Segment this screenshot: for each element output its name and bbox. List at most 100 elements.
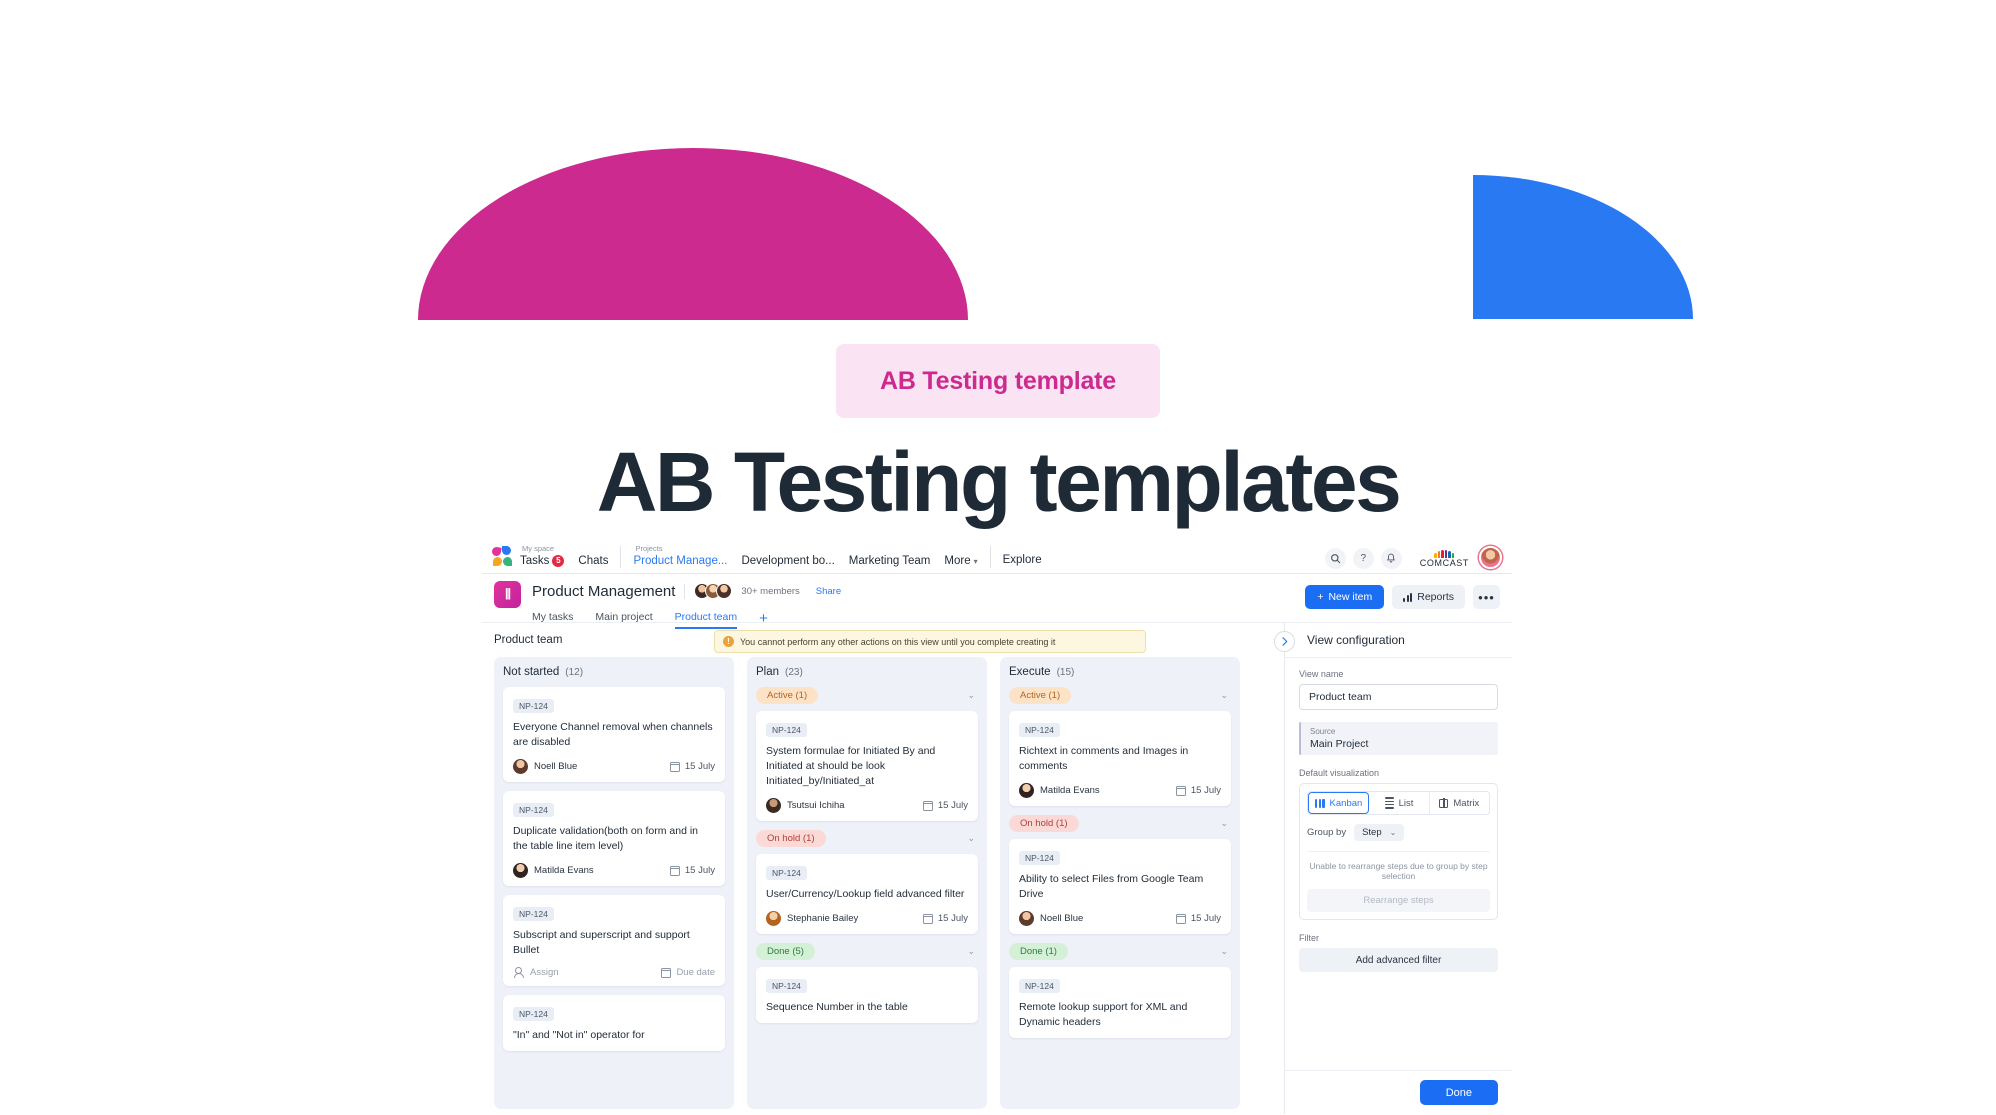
reports-button[interactable]: Reports [1392, 585, 1465, 609]
chevron-down-icon[interactable]: ⌄ [1220, 946, 1231, 957]
chevron-down-icon[interactable]: ⌄ [967, 690, 978, 701]
task-card[interactable]: NP-124 Ability to select Files from Goog… [1009, 839, 1231, 934]
task-card[interactable]: NP-124 Remote lookup support for XML and… [1009, 967, 1231, 1038]
task-card[interactable]: NP-124 Sequence Number in the table [756, 967, 978, 1023]
my-space-caption: My space [522, 544, 555, 553]
decorative-blue-quarter-shape [1473, 175, 1693, 319]
search-icon[interactable] [1324, 548, 1346, 569]
task-due-date[interactable]: 15 July [1175, 913, 1221, 924]
column-count: (23) [785, 667, 803, 678]
task-key: NP-124 [513, 803, 554, 817]
source-value: Main Project [1310, 738, 1369, 750]
task-title: System formulae for Initiated By and Ini… [766, 745, 936, 787]
group-header-on-hold[interactable]: On hold (1) ⌄ [756, 830, 978, 847]
nav-project-marketing-team[interactable]: Marketing Team [849, 554, 931, 569]
group-header-active[interactable]: Active (1) ⌄ [1009, 687, 1231, 704]
assignee-name: Noell Blue [1040, 913, 1084, 924]
task-card[interactable]: NP-124 Everyone Channel removal when cha… [503, 687, 725, 782]
board-and-panel: Product team ! You cannot perform any ot… [482, 622, 1512, 1114]
task-assignee[interactable]: Noell Blue [513, 759, 577, 774]
task-card[interactable]: NP-124 "In" and "Not in" operator for [503, 995, 725, 1051]
nav-project-product-management[interactable]: Product Manage... [633, 554, 727, 569]
task-key: NP-124 [766, 723, 807, 737]
viz-matrix-label: Matrix [1453, 797, 1480, 809]
task-due-date[interactable]: 15 July [922, 800, 968, 811]
task-key: NP-124 [766, 866, 807, 880]
task-assignee[interactable]: Stephanie Bailey [766, 911, 858, 926]
group-chip: Active (1) [756, 687, 819, 704]
nav-project-development-board[interactable]: Development bo... [741, 554, 834, 569]
task-card[interactable]: NP-124 Subscript and superscript and sup… [503, 895, 725, 986]
task-card[interactable]: NP-124 Duplicate validation(both on form… [503, 791, 725, 886]
group-by-value: Step [1362, 827, 1382, 838]
viz-option-list[interactable]: List [1369, 792, 1430, 814]
calendar-icon [922, 913, 933, 924]
task-due-date[interactable]: 15 July [669, 761, 715, 772]
member-avatars[interactable] [694, 583, 733, 599]
panel-body: View name Product team Source Main Proje… [1285, 657, 1512, 1063]
task-due-date[interactable]: 15 July [922, 913, 968, 924]
app-logo-icon[interactable] [491, 546, 514, 568]
task-key: NP-124 [513, 907, 554, 921]
task-due-placeholder[interactable]: Due date [661, 967, 715, 978]
nav-item-tasks[interactable]: Tasks 5 [520, 554, 565, 569]
warning-banner: ! You cannot perform any other actions o… [714, 630, 1146, 653]
chevron-down-icon[interactable]: ⌄ [1220, 690, 1231, 701]
kanban-icon [1315, 798, 1325, 808]
global-top-navigation: My space Tasks 5 Chats Projects Product M… [482, 532, 1512, 574]
task-assignee[interactable]: Tsutsui Ichiha [766, 798, 845, 813]
task-title: Everyone Channel removal when channels a… [513, 721, 713, 748]
task-assignee[interactable]: Noell Blue [1019, 911, 1083, 926]
panel-collapse-toggle[interactable] [1274, 631, 1295, 652]
due-date-label: Due date [676, 967, 715, 978]
task-title: "In" and "Not in" operator for [513, 1029, 645, 1041]
assignee-name: Matilda Evans [534, 865, 594, 876]
nav-item-explore[interactable]: Explore [1003, 553, 1042, 568]
share-link[interactable]: Share [816, 586, 841, 597]
task-title: User/Currency/Lookup field advanced filt… [766, 888, 965, 900]
group-header-done[interactable]: Done (5) ⌄ [756, 943, 978, 960]
assignee-name: Noell Blue [534, 761, 578, 772]
visualization-segmented-control: Kanban List Matrix [1307, 791, 1490, 815]
new-item-button[interactable]: + New item [1305, 585, 1385, 609]
nav-item-chats[interactable]: Chats [578, 554, 608, 569]
member-count: 30+ members [741, 585, 800, 597]
chevron-down-icon[interactable]: ⌄ [967, 833, 978, 844]
notification-bell-icon[interactable] [1380, 548, 1402, 569]
task-due-date[interactable]: 15 July [669, 865, 715, 876]
task-card[interactable]: NP-124 Richtext in comments and Images i… [1009, 711, 1231, 806]
task-card[interactable]: NP-124 System formulae for Initiated By … [756, 711, 978, 821]
group-header-done[interactable]: Done (1) ⌄ [1009, 943, 1231, 960]
done-button[interactable]: Done [1419, 1080, 1498, 1105]
task-due-date[interactable]: 15 July [1175, 785, 1221, 796]
nav-project-more[interactable]: More ▾ [944, 554, 977, 569]
add-advanced-filter-button[interactable]: Add advanced filter [1299, 948, 1498, 972]
group-chip: Active (1) [1009, 687, 1072, 704]
chevron-down-icon[interactable]: ⌄ [967, 946, 978, 957]
task-assignee[interactable]: Matilda Evans [513, 863, 594, 878]
viz-option-kanban[interactable]: Kanban [1308, 792, 1370, 814]
group-header-on-hold[interactable]: On hold (1) ⌄ [1009, 815, 1231, 832]
task-footer: Tsutsui Ichiha 15 July [766, 798, 968, 813]
chevron-down-icon[interactable]: ⌄ [1220, 818, 1231, 829]
question-mark-icon[interactable]: ? [1352, 548, 1374, 569]
task-key: NP-124 [513, 699, 554, 713]
more-options-button[interactable]: ••• [1473, 585, 1500, 609]
viz-option-matrix[interactable]: Matrix [1429, 792, 1489, 814]
task-footer: Matilda Evans 15 July [1019, 783, 1221, 798]
due-date-label: 15 July [684, 865, 715, 876]
calendar-icon [922, 800, 933, 811]
view-name-input[interactable]: Product team [1299, 684, 1498, 710]
tasks-count-badge: 5 [552, 554, 565, 567]
due-date-label: 15 July [1190, 785, 1221, 796]
my-space-group: My space Tasks 5 Chats [520, 544, 608, 569]
task-assign-placeholder[interactable]: Assign [513, 967, 559, 978]
group-header-active[interactable]: Active (1) ⌄ [756, 687, 978, 704]
task-assignee[interactable]: Matilda Evans [1019, 783, 1100, 798]
viz-kanban-label: Kanban [1329, 797, 1363, 809]
group-by-select[interactable]: Step ⌄ [1354, 824, 1405, 841]
task-card[interactable]: NP-124 User/Currency/Lookup field advanc… [756, 854, 978, 934]
list-icon [1384, 797, 1394, 809]
group-by-row: Group by Step ⌄ [1307, 824, 1490, 841]
avatar[interactable] [1479, 546, 1502, 569]
